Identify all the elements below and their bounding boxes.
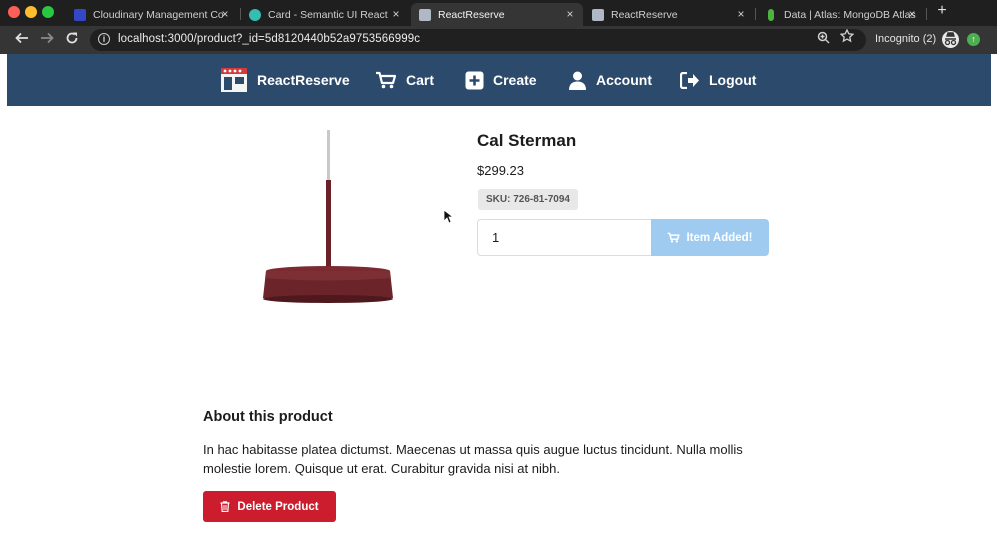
bookmark-star-icon[interactable]: [839, 28, 855, 47]
nav-cart-label: Cart: [406, 72, 435, 88]
product-description: In hac habitasse platea dictumst. Maecen…: [203, 442, 743, 476]
back-arrow-icon[interactable]: [13, 30, 31, 50]
nav-logout-link[interactable]: Logout: [680, 54, 756, 106]
maximize-window-button[interactable]: [42, 6, 54, 18]
product-title: Cal Sterman: [477, 131, 577, 150]
browser-toolbar: i localhost:3000/product?_id=5d8120440b5…: [0, 26, 997, 54]
add-to-cart-button[interactable]: Item Added!: [651, 219, 769, 256]
browser-tab-mongodb-atlas[interactable]: Data | Atlas: MongoDB Atlas ×: [757, 3, 925, 26]
mongodb-leaf-icon: [768, 8, 774, 21]
tab-separator: [755, 8, 756, 20]
cloudinary-favicon-icon: [74, 8, 86, 21]
mouse-cursor-icon: [443, 209, 455, 229]
nav-account-label: Account: [596, 72, 652, 88]
product-price: $299.23: [477, 163, 524, 178]
incognito-icon[interactable]: [942, 31, 959, 48]
browser-tab-reactreserve-active[interactable]: ReactReserve ×: [411, 3, 583, 26]
sku-label: SKU: 726-81-7094: [478, 189, 578, 210]
nav-cart-link[interactable]: Cart: [375, 54, 434, 106]
nav-brand-link[interactable]: ReactReserve: [220, 54, 350, 106]
reload-icon[interactable]: [63, 30, 81, 50]
forward-arrow-icon[interactable]: [38, 30, 56, 50]
cart-icon: [376, 71, 397, 89]
tab-title: Cloudinary Management Co: [93, 8, 224, 21]
reactreserve-favicon-icon: [592, 8, 604, 21]
minimize-window-button[interactable]: [25, 6, 37, 18]
update-arrow-icon[interactable]: ↑: [967, 33, 980, 46]
semantic-ui-favicon-icon: [249, 8, 261, 21]
nav-account-link[interactable]: Account: [568, 54, 652, 106]
tab-separator: [926, 8, 927, 20]
site-info-icon[interactable]: i: [98, 33, 110, 45]
nav-brand-label: ReactReserve: [257, 72, 350, 88]
trash-icon: [220, 501, 230, 512]
tab-title: Data | Atlas: MongoDB Atlas: [784, 8, 916, 21]
nav-create-label: Create: [493, 72, 537, 88]
reactreserve-favicon-icon: [419, 8, 431, 21]
close-tab-icon[interactable]: ×: [905, 7, 919, 21]
sign-out-icon: [680, 71, 699, 89]
cart-icon: [668, 232, 681, 243]
browser-tab-strip: Cloudinary Management Co × Card - Semant…: [0, 0, 997, 26]
user-icon: [569, 71, 586, 90]
browser-tab-semantic-ui[interactable]: Card - Semantic UI React ×: [241, 3, 409, 26]
add-button-label: Item Added!: [686, 231, 753, 244]
browser-tab-reactreserve[interactable]: ReactReserve ×: [584, 3, 754, 26]
product-image: [262, 130, 398, 310]
new-tab-button[interactable]: +: [934, 2, 950, 20]
nav-create-link[interactable]: Create: [465, 54, 537, 106]
add-square-icon: [465, 71, 484, 89]
tab-title: Card - Semantic UI React: [268, 8, 388, 21]
close-window-button[interactable]: [8, 6, 20, 18]
close-tab-icon[interactable]: ×: [218, 7, 232, 21]
browser-tab-cloudinary[interactable]: Cloudinary Management Co ×: [66, 3, 238, 26]
url-text: localhost:3000/product?_id=5d8120440b52a…: [118, 33, 421, 45]
close-tab-icon[interactable]: ×: [563, 7, 577, 21]
zoom-icon[interactable]: [815, 31, 831, 47]
tab-title: ReactReserve: [611, 8, 678, 21]
close-tab-icon[interactable]: ×: [389, 7, 403, 21]
about-heading: About this product: [203, 409, 333, 425]
incognito-label[interactable]: Incognito (2): [875, 33, 936, 45]
delete-product-button[interactable]: Delete Product: [203, 491, 336, 522]
reactreserve-logo-icon: [221, 68, 247, 92]
app-navbar: ReactReserve Cart Create Account Logout: [7, 54, 991, 106]
nav-logout-label: Logout: [709, 72, 757, 88]
close-tab-icon[interactable]: ×: [734, 7, 748, 21]
address-bar[interactable]: i localhost:3000/product?_id=5d8120440b5…: [90, 29, 866, 51]
tab-title: ReactReserve: [438, 8, 505, 21]
delete-button-label: Delete Product: [237, 500, 319, 513]
quantity-input[interactable]: 1: [477, 219, 652, 256]
